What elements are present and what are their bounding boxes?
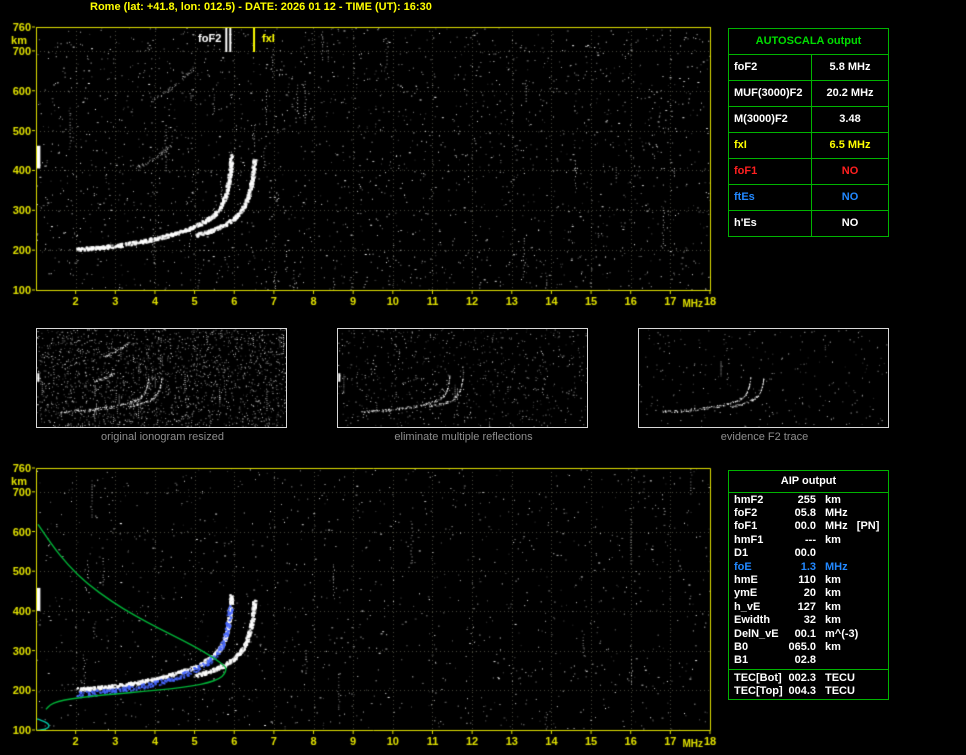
param-unit: MHz — [825, 560, 848, 573]
param-unit: m^(-3) — [825, 627, 859, 640]
param-value: 20 — [803, 587, 816, 600]
param-label: B1 — [734, 654, 749, 667]
table-row-foe: foE 1.3 MHz — [729, 560, 888, 573]
param-label: foF2 — [734, 507, 758, 520]
param-label: ftEs — [729, 185, 812, 210]
table-separator — [729, 669, 888, 671]
thumbnail-caption-original: original ionogram resized — [101, 431, 224, 443]
param-value: 05.8 — [794, 507, 816, 520]
table-row-fof1: foF1 NO — [729, 159, 888, 185]
table-row-hpes: h'Es NO — [729, 211, 888, 236]
thumbnail-original-ionogram — [36, 328, 287, 428]
param-label: hmF2 — [734, 493, 764, 506]
param-label: MUF(3000)F2 — [729, 81, 812, 106]
param-label: foF2 — [729, 55, 812, 80]
param-unit: km — [825, 640, 841, 653]
param-label: ymE — [734, 587, 758, 600]
param-label: h'Es — [729, 211, 812, 236]
param-label: h_vE — [734, 600, 761, 613]
param-value: --- — [805, 533, 816, 546]
param-label: TEC[Bot] — [734, 671, 782, 684]
param-value: 00.0 — [794, 547, 816, 560]
table-row-b1: B1 02.8 — [729, 654, 888, 667]
table-row-m3000f2: M(3000)F2 3.48 — [729, 107, 888, 133]
thumbnail-caption-f2-trace: evidence F2 trace — [720, 431, 809, 443]
table-row-yme: ymE 20 km — [729, 587, 888, 600]
table-row-hve: h_vE 127 km — [729, 600, 888, 613]
table-row-tec-bot: TEC[Bot] 002.3 TECU — [729, 671, 888, 684]
param-label: M(3000)F2 — [729, 107, 812, 132]
param-label: foF1 — [734, 520, 758, 533]
table-row-hme: hmE 110 km — [729, 573, 888, 586]
param-value: 02.8 — [794, 654, 816, 667]
param-label: TEC[Top] — [734, 685, 783, 698]
param-value: 00.0 — [794, 520, 816, 533]
table-row-fxi: fxI 6.5 MHz — [729, 133, 888, 159]
param-unit: km — [825, 493, 841, 506]
thumbnail-caption-filtered: eliminate multiple reflections — [394, 431, 533, 443]
param-unit: km — [825, 587, 841, 600]
param-value: 127 — [797, 600, 816, 613]
aip-table-header: AIP output — [729, 471, 888, 493]
param-value: 32 — [803, 614, 816, 627]
param-label: DelN_vE — [734, 627, 779, 640]
thumbnail-canvas-original — [37, 329, 286, 427]
param-value: 110 — [798, 574, 816, 587]
param-value: 00.1 — [794, 627, 816, 640]
param-value: 065.0 — [788, 640, 816, 653]
param-label: hmF1 — [734, 533, 764, 546]
aip-output-table: AIP output hmF2 255 km foF2 05.8 MHz foF… — [728, 470, 889, 700]
param-unit: MHz — [825, 507, 848, 520]
table-row-fof1: foF1 00.0 MHz [PN] — [729, 520, 888, 533]
table-row-muf3000f2: MUF(3000)F2 20.2 MHz — [729, 81, 888, 107]
autoscala-table-header: AUTOSCALA output — [729, 29, 888, 55]
thumbnail-f2-trace-evidence — [638, 328, 889, 428]
param-unit: TECU — [825, 671, 855, 684]
inverted-ionogram-chart — [0, 461, 720, 755]
param-unit: TECU — [825, 685, 855, 698]
table-row-ewidth: Ewidth 32 km — [729, 614, 888, 627]
param-label: B0 — [734, 640, 749, 653]
param-unit: km — [825, 574, 841, 587]
table-row-fof2: foF2 05.8 MHz — [729, 506, 888, 519]
param-unit: MHz [PN] — [825, 520, 880, 533]
param-unit: km — [825, 533, 841, 546]
thumbnail-canvas-f2-trace — [639, 329, 888, 427]
param-value: NO — [841, 165, 859, 177]
param-value: NO — [841, 217, 859, 229]
table-row-b0: B0 065.0 km — [729, 640, 888, 653]
param-value: 20.2 MHz — [826, 87, 874, 99]
param-value: 002.3 — [788, 671, 816, 684]
param-unit: km — [825, 614, 841, 627]
param-label: foF1 — [729, 159, 812, 184]
table-row-d1: D1 00.0 — [729, 547, 888, 560]
autoscala-output-table: AUTOSCALA output foF2 5.8 MHz MUF(3000)F… — [728, 28, 889, 237]
param-label: D1 — [734, 547, 749, 560]
param-label: hmE — [734, 574, 758, 587]
param-label: foE — [734, 560, 752, 573]
table-row-delnve: DelN_vE 00.1 m^(-3) — [729, 627, 888, 640]
param-label: fxI — [729, 133, 812, 158]
table-row-hmf2: hmF2 255 km — [729, 493, 888, 506]
table-row-hmf1: hmF1 --- km — [729, 533, 888, 546]
table-row-fof2: foF2 5.8 MHz — [729, 55, 888, 81]
param-value: 255 — [797, 493, 816, 506]
page-title: Rome (lat: +41.8, lon: 012.5) - DATE: 20… — [90, 1, 432, 13]
thumbnail-canvas-filtered — [338, 329, 587, 427]
param-value: 6.5 MHz — [829, 139, 871, 151]
param-value: 3.48 — [839, 113, 861, 125]
main-ionogram-chart — [0, 20, 720, 320]
param-value: 1.3 — [800, 560, 816, 573]
param-value: NO — [841, 191, 859, 203]
thumbnail-multiple-reflections-removed — [337, 328, 588, 428]
param-value: 004.3 — [788, 685, 816, 698]
param-value: 5.8 MHz — [829, 61, 871, 73]
param-unit: km — [825, 600, 841, 613]
table-row-ftes: ftEs NO — [729, 185, 888, 211]
table-row-tec-top: TEC[Top] 004.3 TECU — [729, 684, 888, 697]
param-label: Ewidth — [734, 614, 771, 627]
